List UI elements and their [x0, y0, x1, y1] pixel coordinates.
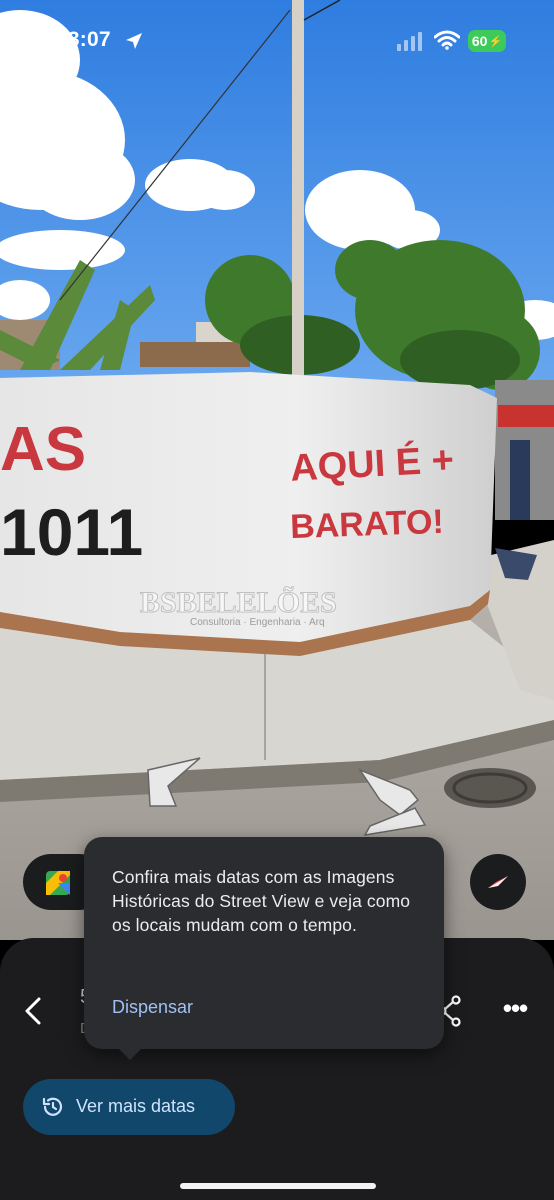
history-tooltip: Confira mais datas com as Imagens Histór… [84, 837, 444, 1060]
svg-text:AS: AS [0, 415, 86, 484]
more-dots-icon: ••• [502, 993, 528, 1023]
cellular-signal-icon [397, 32, 422, 51]
back-button[interactable] [18, 993, 48, 1029]
see-more-dates-label: Ver mais datas [76, 1096, 196, 1116]
wifi-icon [433, 30, 461, 55]
svg-text:BARATO!: BARATO! [290, 503, 445, 546]
status-bar: 23:07 60 ⚡ [0, 0, 554, 80]
history-icon [41, 1095, 65, 1124]
home-indicator[interactable] [180, 1183, 376, 1189]
svg-text:Consultoria · Engenharia · Arq: Consultoria · Engenharia · Arq [190, 617, 325, 628]
tooltip-text: Confira mais datas com as Imagens Histór… [112, 867, 411, 935]
compass-icon [488, 876, 508, 888]
more-options-button[interactable]: ••• [498, 995, 532, 1026]
svg-text:BSBELELÕES: BSBELELÕES [140, 586, 337, 619]
svg-text:1011: 1011 [0, 495, 143, 569]
battery-level: 60 [471, 33, 488, 49]
compass-button[interactable] [470, 854, 526, 910]
status-time: 23:07 [56, 28, 111, 51]
see-more-dates-button[interactable]: Ver mais datas [23, 1079, 235, 1135]
back-arrow-icon [25, 997, 41, 1025]
battery-charging-icon: 60 ⚡ [468, 30, 506, 52]
dismiss-button[interactable]: Dispensar [112, 997, 193, 1018]
location-arrow-icon [125, 32, 143, 55]
google-maps-icon [45, 870, 71, 901]
